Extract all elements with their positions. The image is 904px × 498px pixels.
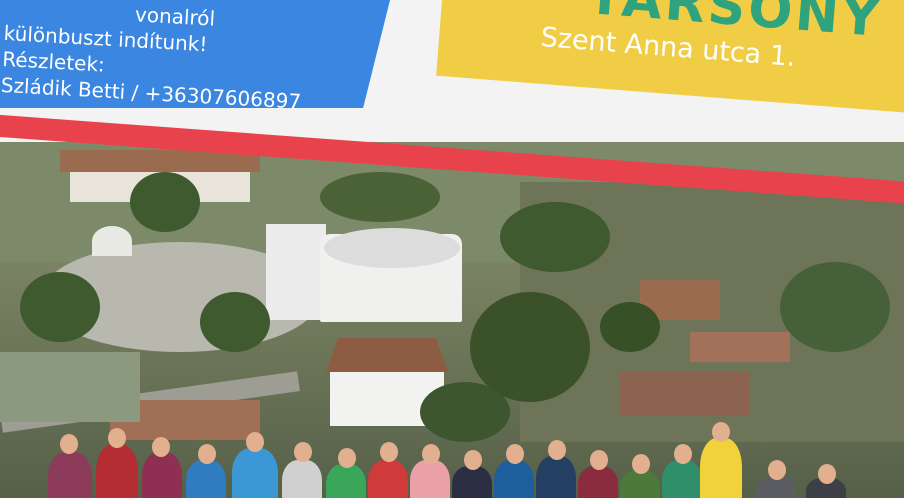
person-head xyxy=(108,428,126,448)
tree xyxy=(200,292,270,352)
person xyxy=(142,452,182,498)
person-head xyxy=(632,454,650,474)
person-head xyxy=(818,464,836,484)
person-head xyxy=(422,444,440,464)
person xyxy=(326,464,366,498)
person xyxy=(620,470,660,498)
person xyxy=(282,460,322,498)
person-head xyxy=(590,450,608,470)
village-roof xyxy=(620,372,750,416)
person-head xyxy=(60,434,78,454)
person-head xyxy=(506,444,524,464)
person xyxy=(410,460,450,498)
church-tower xyxy=(266,224,326,320)
tree xyxy=(600,302,660,352)
tree xyxy=(500,202,610,272)
tree xyxy=(20,272,100,342)
person-head xyxy=(712,422,730,442)
person-head xyxy=(338,448,356,468)
tree xyxy=(130,172,200,232)
tree xyxy=(780,262,890,352)
person-head xyxy=(294,442,312,462)
aerial-photo xyxy=(0,142,904,498)
person-head xyxy=(152,437,170,457)
person xyxy=(232,448,278,498)
person-head xyxy=(464,450,482,470)
person xyxy=(186,460,226,498)
white-house-roof xyxy=(326,338,448,372)
person-head xyxy=(768,460,786,480)
person xyxy=(368,460,408,498)
person xyxy=(536,456,576,498)
village-roof xyxy=(690,332,790,362)
person xyxy=(48,452,92,498)
person xyxy=(662,460,702,498)
pavilion xyxy=(92,226,132,256)
person xyxy=(578,466,618,498)
person-head xyxy=(198,444,216,464)
person xyxy=(96,444,138,498)
tree xyxy=(320,172,440,222)
person xyxy=(494,460,534,498)
person xyxy=(700,438,742,498)
person-head xyxy=(548,440,566,460)
green-roof-building xyxy=(0,352,140,422)
person-head xyxy=(674,444,692,464)
person xyxy=(452,466,492,498)
church-dome xyxy=(324,228,460,268)
tree xyxy=(420,382,510,442)
person-head xyxy=(246,432,264,452)
person-head xyxy=(380,442,398,462)
